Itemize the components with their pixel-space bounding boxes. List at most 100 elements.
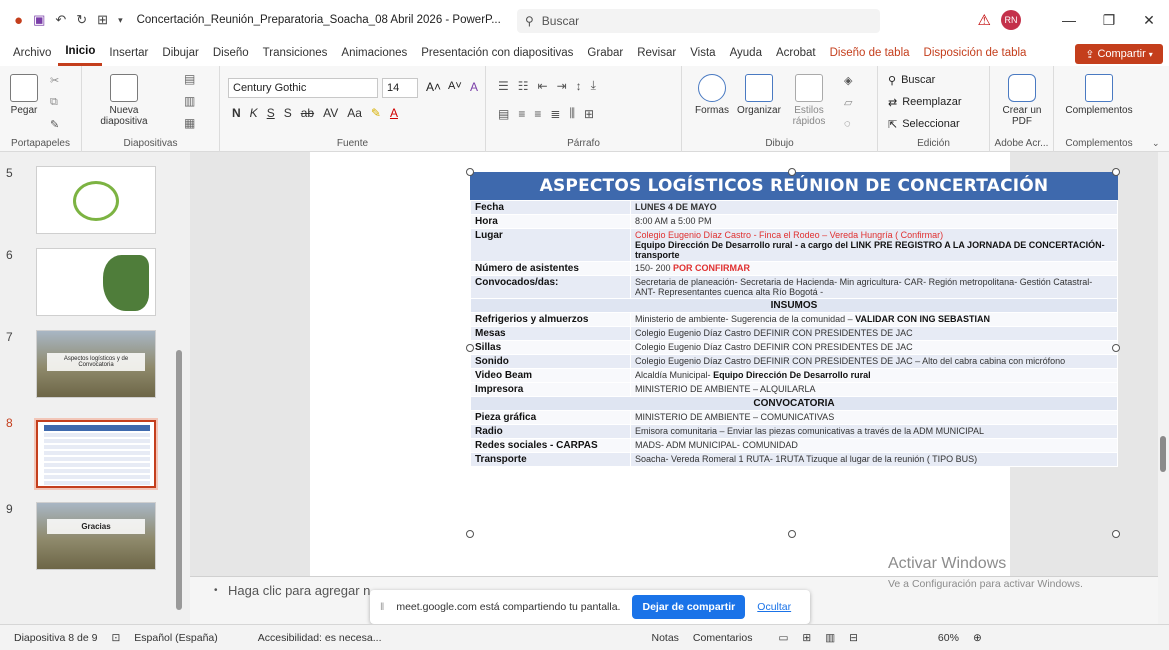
resize-handle[interactable]	[466, 344, 474, 352]
align-right-icon[interactable]: ≡	[534, 107, 541, 121]
normal-view-icon[interactable]: ▭	[778, 632, 788, 644]
undo-icon[interactable]: ↶	[55, 12, 66, 28]
slide-thumbnail-7[interactable]: Aspectos logísticos y de Convocatoria	[36, 330, 156, 398]
slide-canvas[interactable]: ASPECTOS LOGÍSTICOS REÚNION DE CONCERTAC…	[310, 152, 1120, 580]
drag-handle-icon[interactable]: ‖	[380, 601, 384, 613]
find-button[interactable]: ⚲ Buscar	[888, 74, 935, 87]
increase-font-icon[interactable]: A˄	[426, 80, 441, 94]
editor-scrollbar-thumb[interactable]	[1160, 436, 1166, 472]
char-spacing-icon[interactable]: AV	[323, 106, 338, 120]
change-case-icon[interactable]: Aa	[347, 106, 362, 120]
shape-outline-icon[interactable]: ▱	[844, 96, 852, 109]
highlight-icon[interactable]: ✎	[371, 106, 381, 120]
tab-presentacion[interactable]: Presentación con diapositivas	[414, 40, 580, 66]
section-icon[interactable]: ▦	[184, 116, 195, 130]
tab-grabar[interactable]: Grabar	[580, 40, 630, 66]
tab-diseno-tabla[interactable]: Diseño de tabla	[823, 40, 917, 66]
font-color-icon[interactable]: A	[390, 106, 398, 120]
font-size-select[interactable]: 14	[382, 78, 418, 98]
copy-icon[interactable]: ⧉	[50, 96, 58, 109]
arrange-button[interactable]: Organizar	[734, 74, 784, 116]
slide-thumbnail-8[interactable]	[34, 418, 158, 490]
slideshow-icon[interactable]: ⊟	[849, 632, 858, 644]
reading-view-icon[interactable]: ▥	[825, 632, 835, 644]
tab-disposicion-tabla[interactable]: Disposición de tabla	[917, 40, 1034, 66]
clear-format-icon[interactable]: A	[470, 80, 478, 94]
close-button[interactable]: ✕	[1129, 12, 1169, 29]
avatar[interactable]: RN	[1001, 10, 1021, 30]
redo-icon[interactable]: ↻	[76, 12, 87, 28]
tab-acrobat[interactable]: Acrobat	[769, 40, 823, 66]
resize-handle[interactable]	[788, 168, 796, 176]
save-icon[interactable]: ▣	[33, 12, 45, 28]
resize-handle[interactable]	[466, 168, 474, 176]
stop-sharing-button[interactable]: Dejar de compartir	[632, 595, 746, 619]
text-direction-icon[interactable]: ⤓	[591, 78, 596, 93]
start-from-beginning-icon[interactable]: ⊞	[97, 12, 108, 28]
accessibility-indicator[interactable]: Accesibilidad: es necesa...	[258, 632, 382, 644]
minimize-button[interactable]: —	[1049, 12, 1089, 28]
bullets-icon[interactable]: ☰	[498, 79, 509, 93]
shape-effects-icon[interactable]: ◌	[844, 118, 851, 130]
new-slide-button[interactable]: Nueva diapositiva	[96, 74, 152, 127]
customize-toolbar-icon[interactable]: ▾	[118, 15, 123, 26]
replace-button[interactable]: ⇄ Reemplazar	[888, 96, 962, 109]
addins-button[interactable]: Complementos	[1060, 74, 1138, 116]
editor-scrollbar[interactable]	[1158, 152, 1169, 624]
bold-icon[interactable]: N	[232, 106, 241, 120]
language-indicator[interactable]: Español (España)	[134, 632, 217, 644]
tab-transiciones[interactable]: Transiciones	[256, 40, 335, 66]
fit-slide-icon[interactable]: ⊕	[973, 632, 982, 644]
paste-button[interactable]: Pegar	[6, 74, 42, 116]
resize-handle[interactable]	[1112, 168, 1120, 176]
shapes-button[interactable]: Formas	[692, 74, 732, 116]
tab-insertar[interactable]: Insertar	[102, 40, 155, 66]
tab-revisar[interactable]: Revisar	[630, 40, 683, 66]
slide-thumbnail-6[interactable]	[36, 248, 156, 316]
decrease-indent-icon[interactable]: ⇤	[538, 79, 548, 93]
resize-handle[interactable]	[1112, 530, 1120, 538]
cut-icon[interactable]: ✂	[50, 74, 59, 87]
numbering-icon[interactable]: ☷	[518, 79, 529, 93]
align-center-icon[interactable]: ≡	[518, 107, 525, 121]
tab-animaciones[interactable]: Animaciones	[334, 40, 414, 66]
shape-fill-icon[interactable]: ◈	[844, 74, 852, 87]
underline-icon[interactable]: S	[267, 106, 275, 120]
select-button[interactable]: ⇱ Seleccionar	[888, 118, 960, 131]
layout-icon[interactable]: ▤	[184, 72, 195, 86]
tab-inicio[interactable]: Inicio	[58, 40, 103, 66]
thumbnail-scrollbar-thumb[interactable]	[176, 350, 182, 610]
share-button[interactable]: ⇪ Compartir ▾	[1075, 44, 1163, 64]
warning-icon[interactable]: ⚠	[978, 11, 991, 29]
restore-button[interactable]: ❐	[1089, 12, 1129, 29]
format-painter-icon[interactable]: ✎	[50, 118, 59, 131]
resize-handle[interactable]	[788, 530, 796, 538]
tab-dibujar[interactable]: Dibujar	[155, 40, 205, 66]
justify-icon[interactable]: ≣	[550, 107, 560, 121]
reset-icon[interactable]: ▥	[184, 94, 195, 108]
tab-archivo[interactable]: Archivo	[6, 40, 58, 66]
logistics-table[interactable]: ASPECTOS LOGÍSTICOS REÚNION DE CONCERTAC…	[470, 172, 1118, 467]
strikethrough-icon[interactable]: ab	[301, 106, 314, 120]
resize-handle[interactable]	[466, 530, 474, 538]
line-spacing-icon[interactable]: ↕	[576, 79, 582, 93]
slide-thumbnail-9[interactable]: Gracias	[36, 502, 156, 570]
columns-icon[interactable]: ⫼	[569, 106, 575, 121]
quick-styles-button[interactable]: Estilos rápidos	[786, 74, 832, 127]
increase-indent-icon[interactable]: ⇥	[557, 79, 567, 93]
comments-toggle[interactable]: Comentarios	[693, 632, 753, 644]
resize-handle[interactable]	[1112, 344, 1120, 352]
italic-icon[interactable]: K	[250, 106, 258, 120]
align-text-icon[interactable]: ⊞	[584, 107, 594, 121]
slide-sorter-icon[interactable]: ⊞	[802, 632, 811, 644]
collapse-ribbon-icon[interactable]: ⌄	[1152, 138, 1160, 149]
hide-banner-link[interactable]: Ocultar	[757, 601, 791, 613]
align-left-icon[interactable]: ▤	[498, 107, 509, 121]
shadow-icon[interactable]: S	[284, 106, 292, 120]
notes-toggle[interactable]: Notas	[651, 632, 678, 644]
search-box[interactable]: ⚲ Buscar	[517, 9, 880, 33]
thumbnail-scrollbar[interactable]	[176, 160, 182, 610]
create-pdf-button[interactable]: Crear un PDF	[998, 74, 1046, 127]
decrease-font-icon[interactable]: A˅	[448, 80, 462, 92]
slide-thumbnail-5[interactable]	[36, 166, 156, 234]
